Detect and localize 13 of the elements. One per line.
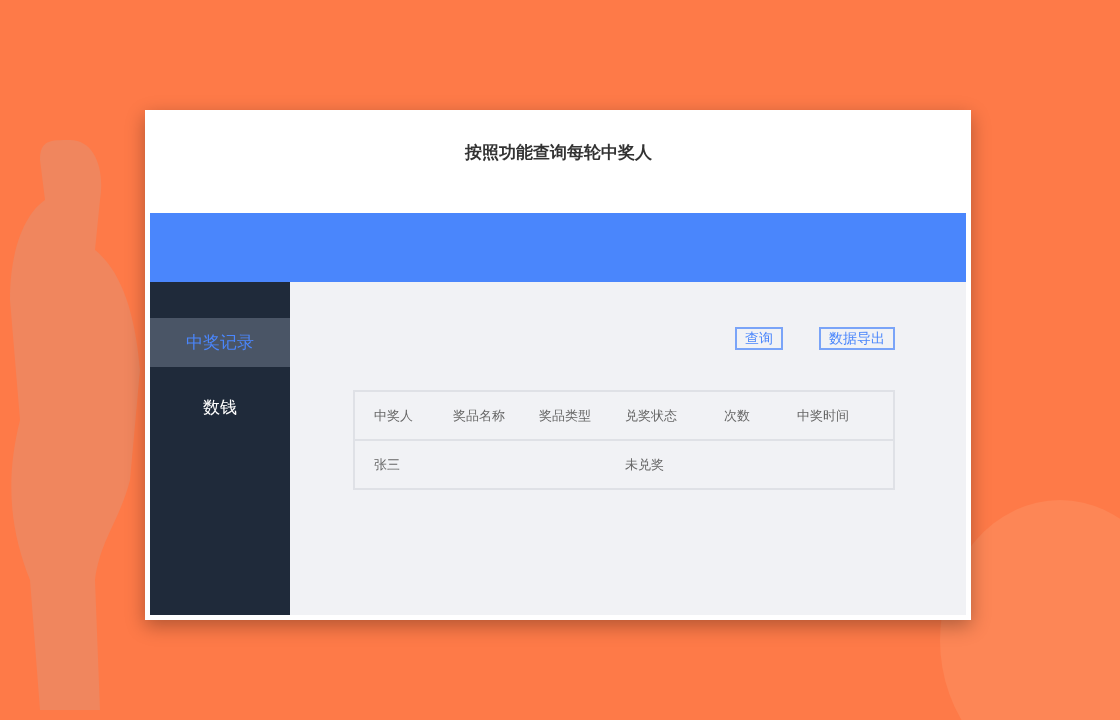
- column-header: 中奖时间: [797, 406, 850, 425]
- column-header: 奖品类型: [539, 406, 592, 425]
- toolbar-button[interactable]: 数据导出: [819, 327, 895, 350]
- column-header: 中奖人: [374, 406, 414, 425]
- column-header: 兑奖状态: [625, 406, 678, 425]
- column-header: 奖品名称: [453, 406, 506, 425]
- sidebar-item[interactable]: 中奖记录: [150, 318, 290, 367]
- table-cell-text: 张三: [374, 455, 401, 474]
- window-title: 按照功能查询每轮中奖人: [464, 141, 652, 164]
- column-header: 次数: [724, 406, 751, 425]
- table-cell-text: 未兑奖: [625, 455, 665, 474]
- sidebar-item[interactable]: 数钱: [150, 383, 290, 432]
- toolbar-button[interactable]: 查询: [735, 327, 783, 350]
